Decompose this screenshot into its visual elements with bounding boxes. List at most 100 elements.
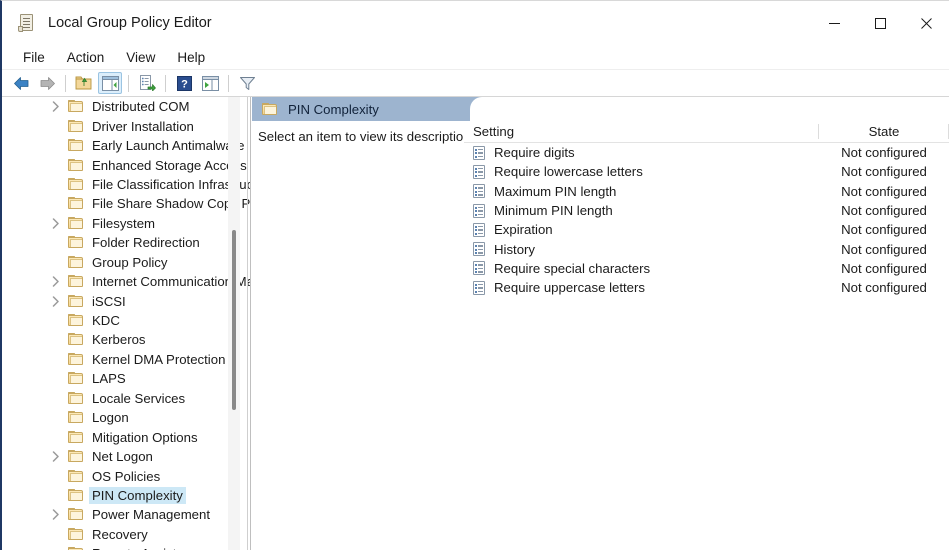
tree-item[interactable]: Enhanced Storage Access [2, 155, 251, 174]
tree-item[interactable]: KDC [2, 311, 251, 330]
menu-action[interactable]: Action [56, 48, 116, 67]
chevron-right-icon[interactable] [50, 451, 62, 463]
chevron-right-icon[interactable] [50, 217, 62, 229]
folder-icon [262, 103, 278, 116]
tree-item[interactable]: Filesystem [2, 214, 251, 233]
toolbar-separator [165, 75, 166, 92]
list-column-headers: Setting State [464, 121, 949, 143]
minimize-button[interactable] [811, 1, 857, 45]
tree-item[interactable]: Folder Redirection [2, 233, 251, 252]
tree-item[interactable]: iSCSI [2, 291, 251, 310]
tree-item[interactable]: Recovery [2, 525, 251, 544]
table-row[interactable]: ExpirationNot configured [464, 220, 949, 239]
folder-icon [68, 392, 84, 405]
title-bar: Local Group Policy Editor [2, 1, 949, 45]
tree-vertical-scrollbar[interactable] [228, 97, 240, 550]
show-hide-console-tree-button[interactable] [98, 72, 122, 94]
tree-item-label: Group Policy [92, 255, 168, 270]
maximize-button[interactable] [857, 1, 903, 45]
table-row[interactable]: Require lowercase lettersNot configured [464, 162, 949, 181]
chevron-right-icon[interactable] [50, 276, 62, 288]
chevron-right-icon[interactable] [50, 509, 62, 521]
chevron-right-icon[interactable] [50, 101, 62, 113]
tree-item-label: Locale Services [92, 391, 185, 406]
tree-item[interactable]: Net Logon [2, 447, 251, 466]
tree-item[interactable]: Mitigation Options [2, 427, 251, 446]
tree-item[interactable]: Power Management [2, 505, 251, 524]
local-group-policy-editor-window: Local Group Policy Editor File Action Vi… [0, 0, 949, 550]
setting-state-cell: Not configured [819, 261, 949, 276]
tree-item-label: Distributed COM [92, 99, 189, 114]
folder-icon [68, 100, 84, 113]
tree-item[interactable]: Locale Services [2, 389, 251, 408]
folder-icon [68, 295, 84, 308]
setting-label: History [494, 242, 535, 257]
tree-item[interactable]: Distributed COM [2, 97, 251, 116]
header-notch [470, 97, 949, 121]
table-row[interactable]: Require special charactersNot configured [464, 259, 949, 278]
setting-state-cell: Not configured [819, 184, 949, 199]
toolbar-separator [128, 75, 129, 92]
folder-icon [68, 217, 84, 230]
table-row[interactable]: Maximum PIN lengthNot configured [464, 182, 949, 201]
close-button[interactable] [903, 1, 949, 45]
setting-name-cell: Minimum PIN length [464, 203, 819, 218]
folder-icon [68, 411, 84, 424]
tree-item-label: Mitigation Options [92, 430, 198, 445]
back-button[interactable] [9, 72, 33, 94]
column-separator[interactable] [818, 124, 819, 139]
pane-splitter[interactable] [250, 97, 251, 550]
tree-item[interactable]: Remote Assistance [2, 544, 251, 550]
setting-state-cell: Not configured [819, 222, 949, 237]
tree-item[interactable]: Kerberos [2, 330, 251, 349]
show-hide-action-pane-button[interactable] [198, 72, 222, 94]
tree-item[interactable]: Logon [2, 408, 251, 427]
toolbar-separator [65, 75, 66, 92]
policy-setting-icon [473, 242, 486, 256]
folder-icon [68, 353, 84, 366]
chevron-right-icon[interactable] [50, 295, 62, 307]
menu-help[interactable]: Help [166, 48, 216, 67]
tree-item[interactable]: Group Policy [2, 253, 251, 272]
tree-item[interactable]: LAPS [2, 369, 251, 388]
tree-item-label: Recovery [92, 527, 148, 542]
folder-icon [68, 314, 84, 327]
column-header-setting[interactable]: Setting [464, 124, 819, 139]
description-text: Select an item to view its description. [258, 129, 453, 144]
export-list-button[interactable] [135, 72, 159, 94]
filter-button[interactable] [235, 72, 259, 94]
tree-item-label: PIN Complexity [89, 487, 186, 504]
forward-button[interactable] [35, 72, 59, 94]
svg-text:?: ? [181, 78, 188, 90]
up-one-level-button[interactable] [72, 72, 96, 94]
table-row[interactable]: History Not configured [464, 239, 949, 258]
help-button[interactable]: ? [172, 72, 196, 94]
tree-item[interactable]: Early Launch Antimalware [2, 136, 251, 155]
setting-name-cell: History [464, 242, 819, 257]
setting-name-cell: Require uppercase letters [464, 280, 819, 295]
tree-item[interactable]: OS Policies [2, 466, 251, 485]
table-row[interactable]: Minimum PIN lengthNot configured [464, 201, 949, 220]
tree-item[interactable]: File Share Shadow Copy Provider [2, 194, 251, 213]
policy-document-icon [18, 13, 36, 33]
tree-item[interactable]: Kernel DMA Protection [2, 350, 251, 369]
column-header-state[interactable]: State [819, 124, 949, 139]
tree-item-label: Kernel DMA Protection [92, 352, 225, 367]
policy-setting-icon [473, 146, 486, 160]
tree-item[interactable]: File Classification Infrastructure [2, 175, 251, 194]
tree-item-label: Enhanced Storage Access [92, 158, 247, 173]
menu-bar: File Action View Help [2, 45, 949, 70]
tree-item[interactable]: Internet Communication Management [2, 272, 251, 291]
tree-item[interactable]: PIN Complexity [2, 486, 251, 505]
table-row[interactable]: Require uppercase lettersNot configured [464, 278, 949, 297]
setting-name-cell: Maximum PIN length [464, 184, 819, 199]
menu-file[interactable]: File [12, 48, 56, 67]
folder-icon [68, 470, 84, 483]
tree-scrollbar-thumb[interactable] [232, 230, 236, 410]
table-row[interactable]: Require digitsNot configured [464, 143, 949, 162]
tree-item-label: Driver Installation [92, 119, 194, 134]
setting-state-cell: Not configured [819, 242, 949, 257]
menu-view[interactable]: View [115, 48, 166, 67]
folder-icon [68, 450, 84, 463]
tree-item[interactable]: Driver Installation [2, 116, 251, 135]
